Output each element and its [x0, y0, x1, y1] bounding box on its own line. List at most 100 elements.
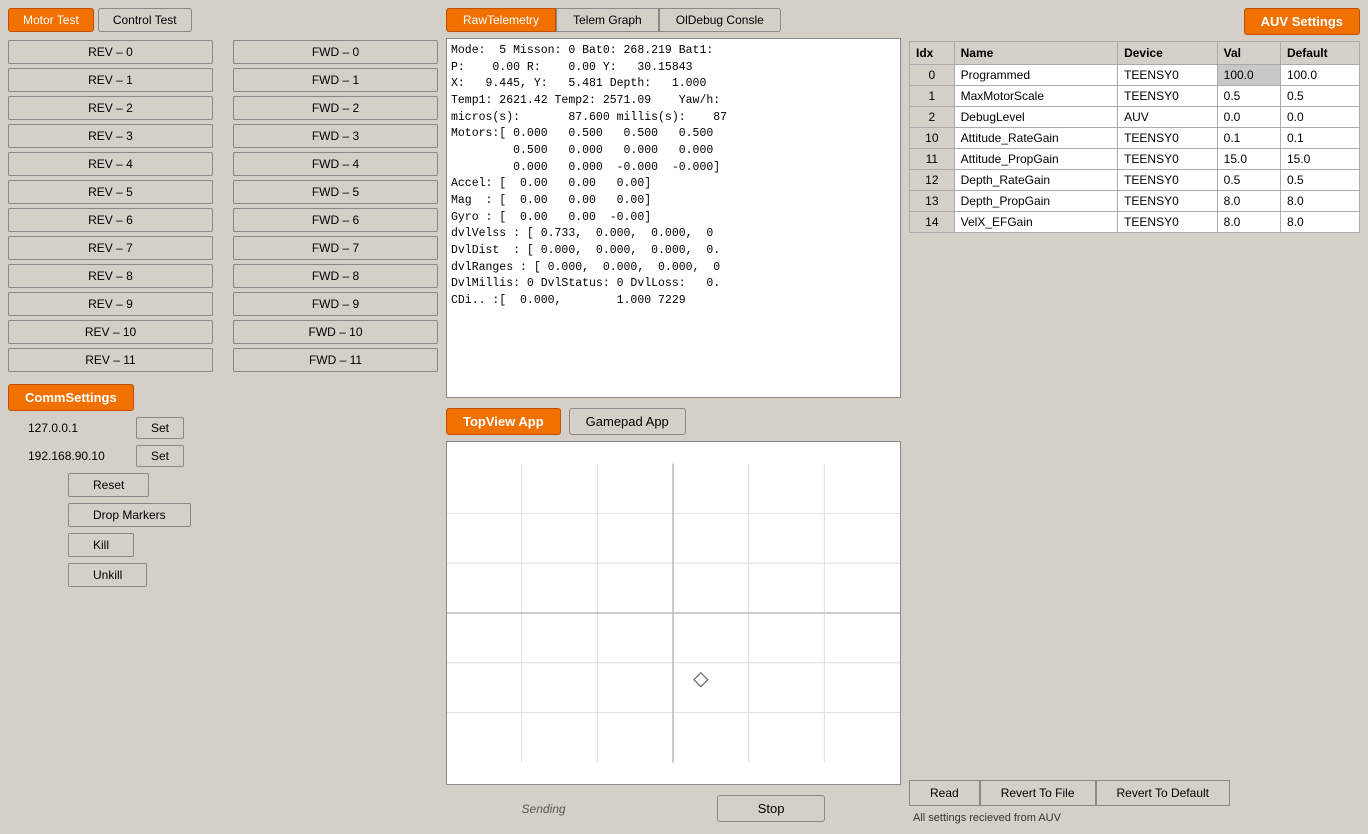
rev-btn-6[interactable]: REV – 6 — [8, 208, 213, 232]
cell-idx: 10 — [910, 128, 955, 149]
rev-btn-2[interactable]: REV – 2 — [8, 96, 213, 120]
cell-device: TEENSY0 — [1118, 128, 1218, 149]
auv-settings-button[interactable]: AUV Settings — [1244, 8, 1360, 35]
cell-default: 8.0 — [1280, 212, 1359, 233]
fwd-btn-6[interactable]: FWD – 6 — [233, 208, 438, 232]
cell-default: 15.0 — [1280, 149, 1359, 170]
fwd-btn-3[interactable]: FWD – 3 — [233, 124, 438, 148]
fwd-btn-7[interactable]: FWD – 7 — [233, 236, 438, 260]
auv-status-text: All settings recieved from AUV — [909, 810, 1360, 826]
tab-control-test[interactable]: Control Test — [98, 8, 192, 32]
auv-settings-table: Idx Name Device Val Default 0ProgrammedT… — [909, 41, 1360, 233]
set2-button[interactable]: Set — [136, 445, 184, 467]
cell-device: TEENSY0 — [1118, 170, 1218, 191]
cell-val[interactable]: 0.5 — [1217, 170, 1280, 191]
fwd-btn-1[interactable]: FWD – 1 — [233, 68, 438, 92]
topview-app-button[interactable]: TopView App — [446, 408, 561, 435]
tab-telem-graph[interactable]: Telem Graph — [556, 8, 659, 32]
send-stop-bar: Sending Stop — [446, 791, 901, 826]
rev-btn-9[interactable]: REV – 9 — [8, 292, 213, 316]
set1-button[interactable]: Set — [136, 417, 184, 439]
auv-bottom-section: Read Revert To File Revert To Default Al… — [909, 780, 1360, 826]
reset-button[interactable]: Reset — [68, 473, 149, 497]
col-val: Val — [1217, 42, 1280, 65]
ip2-label: 192.168.90.10 — [28, 449, 128, 463]
table-row: 13Depth_PropGainTEENSY08.08.0 — [910, 191, 1360, 212]
tab-ol-debug[interactable]: OlDebug Consle — [659, 8, 781, 32]
cell-val[interactable]: 15.0 — [1217, 149, 1280, 170]
motor-grid: REV – 0 FWD – 0 REV – 1 FWD – 1 REV – 2 FWD –… — [8, 40, 438, 372]
table-row: 2DebugLevelAUV0.00.0 — [910, 107, 1360, 128]
fwd-btn-10[interactable]: FWD – 10 — [233, 320, 438, 344]
col-device: Device — [1118, 42, 1218, 65]
col-default: Default — [1280, 42, 1359, 65]
cell-val[interactable]: 8.0 — [1217, 191, 1280, 212]
rev-btn-0[interactable]: REV – 0 — [8, 40, 213, 64]
col-idx: Idx — [910, 42, 955, 65]
revert-file-button[interactable]: Revert To File — [980, 780, 1096, 806]
fwd-btn-11[interactable]: FWD – 11 — [233, 348, 438, 372]
gamepad-app-button[interactable]: Gamepad App — [569, 408, 686, 435]
rev-btn-8[interactable]: REV – 8 — [8, 264, 213, 288]
kill-button[interactable]: Kill — [68, 533, 134, 557]
ip2-row: 192.168.90.10 Set — [28, 445, 184, 467]
drop-markers-button[interactable]: Drop Markers — [68, 503, 191, 527]
cell-val[interactable]: 8.0 — [1217, 212, 1280, 233]
comm-settings-button[interactable]: CommSettings — [8, 384, 134, 411]
fwd-btn-9[interactable]: FWD – 9 — [233, 292, 438, 316]
cell-default: 0.5 — [1280, 170, 1359, 191]
left-tab-bar: Motor Test Control Test — [8, 8, 438, 32]
cell-idx: 14 — [910, 212, 955, 233]
rev-btn-5[interactable]: REV – 5 — [8, 180, 213, 204]
cell-device: TEENSY0 — [1118, 191, 1218, 212]
read-button[interactable]: Read — [909, 780, 980, 806]
cell-default: 100.0 — [1280, 65, 1359, 86]
cell-idx: 0 — [910, 65, 955, 86]
cell-default: 0.0 — [1280, 107, 1359, 128]
tab-raw-telemetry[interactable]: RawTelemetry — [446, 8, 556, 32]
rev-btn-1[interactable]: REV – 1 — [8, 68, 213, 92]
table-row: 14VelX_EFGainTEENSY08.08.0 — [910, 212, 1360, 233]
cell-val[interactable]: 0.5 — [1217, 86, 1280, 107]
table-row: 12Depth_RateGainTEENSY00.50.5 — [910, 170, 1360, 191]
cell-default: 0.1 — [1280, 128, 1359, 149]
rev-btn-4[interactable]: REV – 4 — [8, 152, 213, 176]
rev-btn-7[interactable]: REV – 7 — [8, 236, 213, 260]
bottom-left-section: CommSettings 127.0.0.1 Set 192.168.90.10… — [8, 384, 438, 587]
stop-button[interactable]: Stop — [717, 795, 826, 822]
cell-idx: 2 — [910, 107, 955, 128]
cell-idx: 13 — [910, 191, 955, 212]
auv-settings-table-container: Idx Name Device Val Default 0ProgrammedT… — [909, 41, 1360, 774]
rev-btn-11[interactable]: REV – 11 — [8, 348, 213, 372]
cell-name: Attitude_RateGain — [954, 128, 1117, 149]
cell-val[interactable]: 0.1 — [1217, 128, 1280, 149]
topview-canvas — [446, 441, 901, 785]
fwd-btn-5[interactable]: FWD – 5 — [233, 180, 438, 204]
cell-device: TEENSY0 — [1118, 65, 1218, 86]
cell-device: TEENSY0 — [1118, 212, 1218, 233]
fwd-btn-0[interactable]: FWD – 0 — [233, 40, 438, 64]
revert-default-button[interactable]: Revert To Default — [1096, 780, 1231, 806]
table-row: 11Attitude_PropGainTEENSY015.015.0 — [910, 149, 1360, 170]
fwd-btn-4[interactable]: FWD – 4 — [233, 152, 438, 176]
table-row: 1MaxMotorScaleTEENSY00.50.5 — [910, 86, 1360, 107]
unkill-button[interactable]: Unkill — [68, 563, 147, 587]
ip1-row: 127.0.0.1 Set — [28, 417, 184, 439]
cell-idx: 12 — [910, 170, 955, 191]
middle-tab-bar: RawTelemetry Telem Graph OlDebug Consle — [446, 8, 901, 32]
fwd-btn-2[interactable]: FWD – 2 — [233, 96, 438, 120]
rev-btn-10[interactable]: REV – 10 — [8, 320, 213, 344]
cell-device: AUV — [1118, 107, 1218, 128]
rev-btn-3[interactable]: REV – 3 — [8, 124, 213, 148]
cell-val[interactable]: 100.0 — [1217, 65, 1280, 86]
tab-motor-test[interactable]: Motor Test — [8, 8, 94, 32]
cell-name: Attitude_PropGain — [954, 149, 1117, 170]
col-name: Name — [954, 42, 1117, 65]
sending-label: Sending — [522, 802, 566, 816]
cell-val[interactable]: 0.0 — [1217, 107, 1280, 128]
fwd-btn-8[interactable]: FWD – 8 — [233, 264, 438, 288]
cell-default: 8.0 — [1280, 191, 1359, 212]
topview-bar: TopView App Gamepad App — [446, 408, 901, 435]
telemetry-display: Mode: 5 Misson: 0 Bat0: 268.219 Bat1: P:… — [446, 38, 901, 398]
cell-name: DebugLevel — [954, 107, 1117, 128]
